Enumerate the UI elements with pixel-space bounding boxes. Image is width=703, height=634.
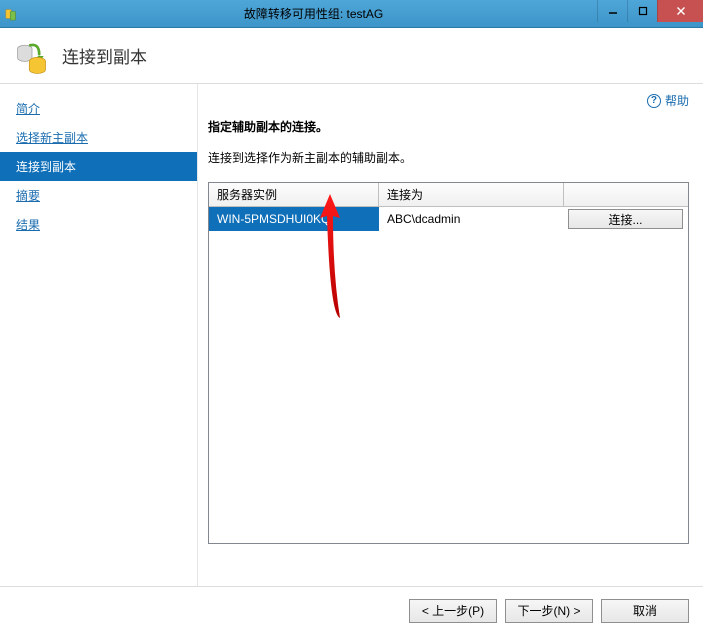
- nav-item-connect-replica[interactable]: 连接到副本: [0, 152, 197, 181]
- nav-item-intro[interactable]: 简介: [0, 94, 197, 123]
- help-icon: ?: [647, 94, 661, 108]
- help-link[interactable]: ? 帮助: [647, 92, 689, 109]
- app-icon: [0, 0, 24, 27]
- minimize-button[interactable]: [597, 0, 627, 22]
- wizard-nav-sidebar: 简介 选择新主副本 连接到副本 摘要 结果: [0, 84, 198, 586]
- nav-item-summary[interactable]: 摘要: [0, 181, 197, 210]
- table-header-action: [564, 183, 688, 206]
- help-label: 帮助: [665, 92, 689, 109]
- table-row[interactable]: WIN-5PMSDHUI0KQ ABC\dcadmin 连接...: [209, 207, 688, 231]
- instruction-heading: 指定辅助副本的连接。: [208, 118, 689, 135]
- cell-connect-as: ABC\dcadmin: [379, 207, 564, 231]
- table-header-instance[interactable]: 服务器实例: [209, 183, 379, 206]
- nav-item-select-primary[interactable]: 选择新主副本: [0, 123, 197, 152]
- previous-button[interactable]: < 上一步(P): [409, 599, 497, 623]
- page-header: 连接到副本: [0, 28, 703, 84]
- cancel-button[interactable]: 取消: [601, 599, 689, 623]
- close-button[interactable]: [657, 0, 703, 22]
- maximize-button[interactable]: [627, 0, 657, 22]
- replica-connection-table: 服务器实例 连接为 WIN-5PMSDHUI0KQ ABC\dcadmin 连接…: [208, 182, 689, 544]
- database-failover-icon: [14, 38, 50, 74]
- cell-action: 连接...: [564, 207, 688, 231]
- window-controls: [597, 0, 703, 22]
- title-bar: 故障转移可用性组: testAG: [0, 0, 703, 28]
- page-title: 连接到副本: [62, 43, 147, 68]
- connect-button[interactable]: 连接...: [568, 209, 683, 229]
- cell-server-instance: WIN-5PMSDHUI0KQ: [209, 207, 379, 231]
- table-header-row: 服务器实例 连接为: [209, 183, 688, 207]
- nav-item-results[interactable]: 结果: [0, 210, 197, 239]
- next-button[interactable]: 下一步(N) >: [505, 599, 593, 623]
- main-panel: ? 帮助 指定辅助副本的连接。 连接到选择作为新主副本的辅助副本。 服务器实例 …: [198, 84, 703, 586]
- instruction-subtext: 连接到选择作为新主副本的辅助副本。: [208, 149, 689, 166]
- content-area: 简介 选择新主副本 连接到副本 摘要 结果 ? 帮助 指定辅助副本的连接。 连接…: [0, 84, 703, 586]
- table-header-connect-as[interactable]: 连接为: [379, 183, 564, 206]
- table-body: WIN-5PMSDHUI0KQ ABC\dcadmin 连接...: [209, 207, 688, 543]
- wizard-footer: < 上一步(P) 下一步(N) > 取消: [0, 586, 703, 634]
